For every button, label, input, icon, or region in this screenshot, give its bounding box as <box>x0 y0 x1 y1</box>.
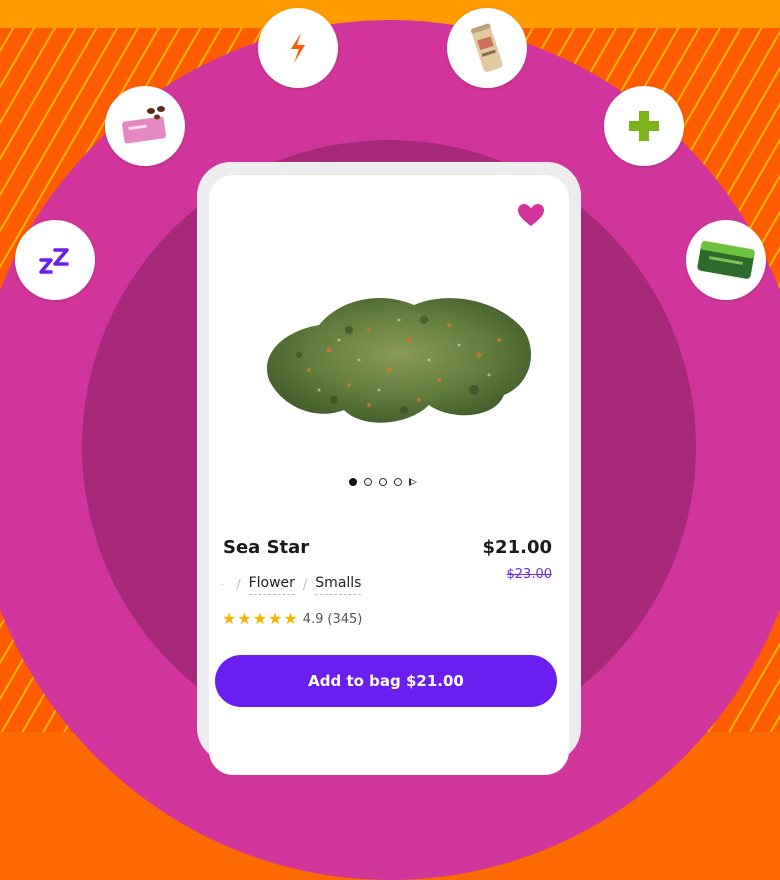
product-old-price: $23.00 <box>506 567 553 582</box>
breadcrumb-dash: · <box>221 579 225 591</box>
star-icon: ★ <box>252 609 268 628</box>
category-sleep-bubble[interactable] <box>15 220 95 300</box>
energy-icon <box>291 33 305 63</box>
star-icon: ★ <box>237 609 252 628</box>
breadcrumb-separator: / <box>302 577 308 593</box>
image-carousel-dots <box>349 478 417 486</box>
carousel-dot-3[interactable] <box>379 478 387 486</box>
add-to-bag-button[interactable]: Add to bag $21.00 <box>215 655 557 707</box>
category-drink-bubble[interactable] <box>447 8 527 88</box>
product-price: $21.00 <box>482 537 552 558</box>
product-card: Sea Star $21.00 $23.00 · / Flower / Smal… <box>209 175 569 775</box>
category-health-bubble[interactable] <box>604 86 684 166</box>
rating-value: 4.9 <box>302 611 324 627</box>
star-icon: ★ <box>283 609 298 628</box>
heart-icon[interactable] <box>517 203 545 227</box>
play-icon[interactable] <box>409 478 417 486</box>
product-name: Sea Star <box>223 537 310 558</box>
carousel-dot-2[interactable] <box>364 478 372 486</box>
edible-icon <box>122 106 166 144</box>
breadcrumb-item-smalls[interactable]: Smalls <box>315 575 362 595</box>
review-count: (345) <box>327 611 363 627</box>
category-tin-bubble[interactable] <box>686 220 766 300</box>
product-image[interactable] <box>249 270 539 440</box>
category-energy-bubble[interactable] <box>258 8 338 88</box>
star-icon: ★ <box>268 609 283 628</box>
carousel-dot-4[interactable] <box>394 478 402 486</box>
plus-icon <box>629 111 659 141</box>
star-icon: ★ <box>222 609 237 628</box>
category-edible-bubble[interactable] <box>105 86 185 166</box>
tin-icon <box>697 241 755 279</box>
sleep-icon <box>39 248 69 274</box>
phone-frame: Sea Star $21.00 $23.00 · / Flower / Smal… <box>197 162 581 775</box>
breadcrumb-separator: / <box>236 577 241 593</box>
breadcrumb-item-flower[interactable]: Flower <box>248 575 295 595</box>
breadcrumb: · / Flower / Smalls <box>221 575 362 595</box>
carousel-dot-1[interactable] <box>349 478 357 486</box>
product-rating[interactable]: ★ ★ ★ ★ ★ 4.9 (345) <box>222 611 362 627</box>
drink-icon <box>470 23 503 72</box>
